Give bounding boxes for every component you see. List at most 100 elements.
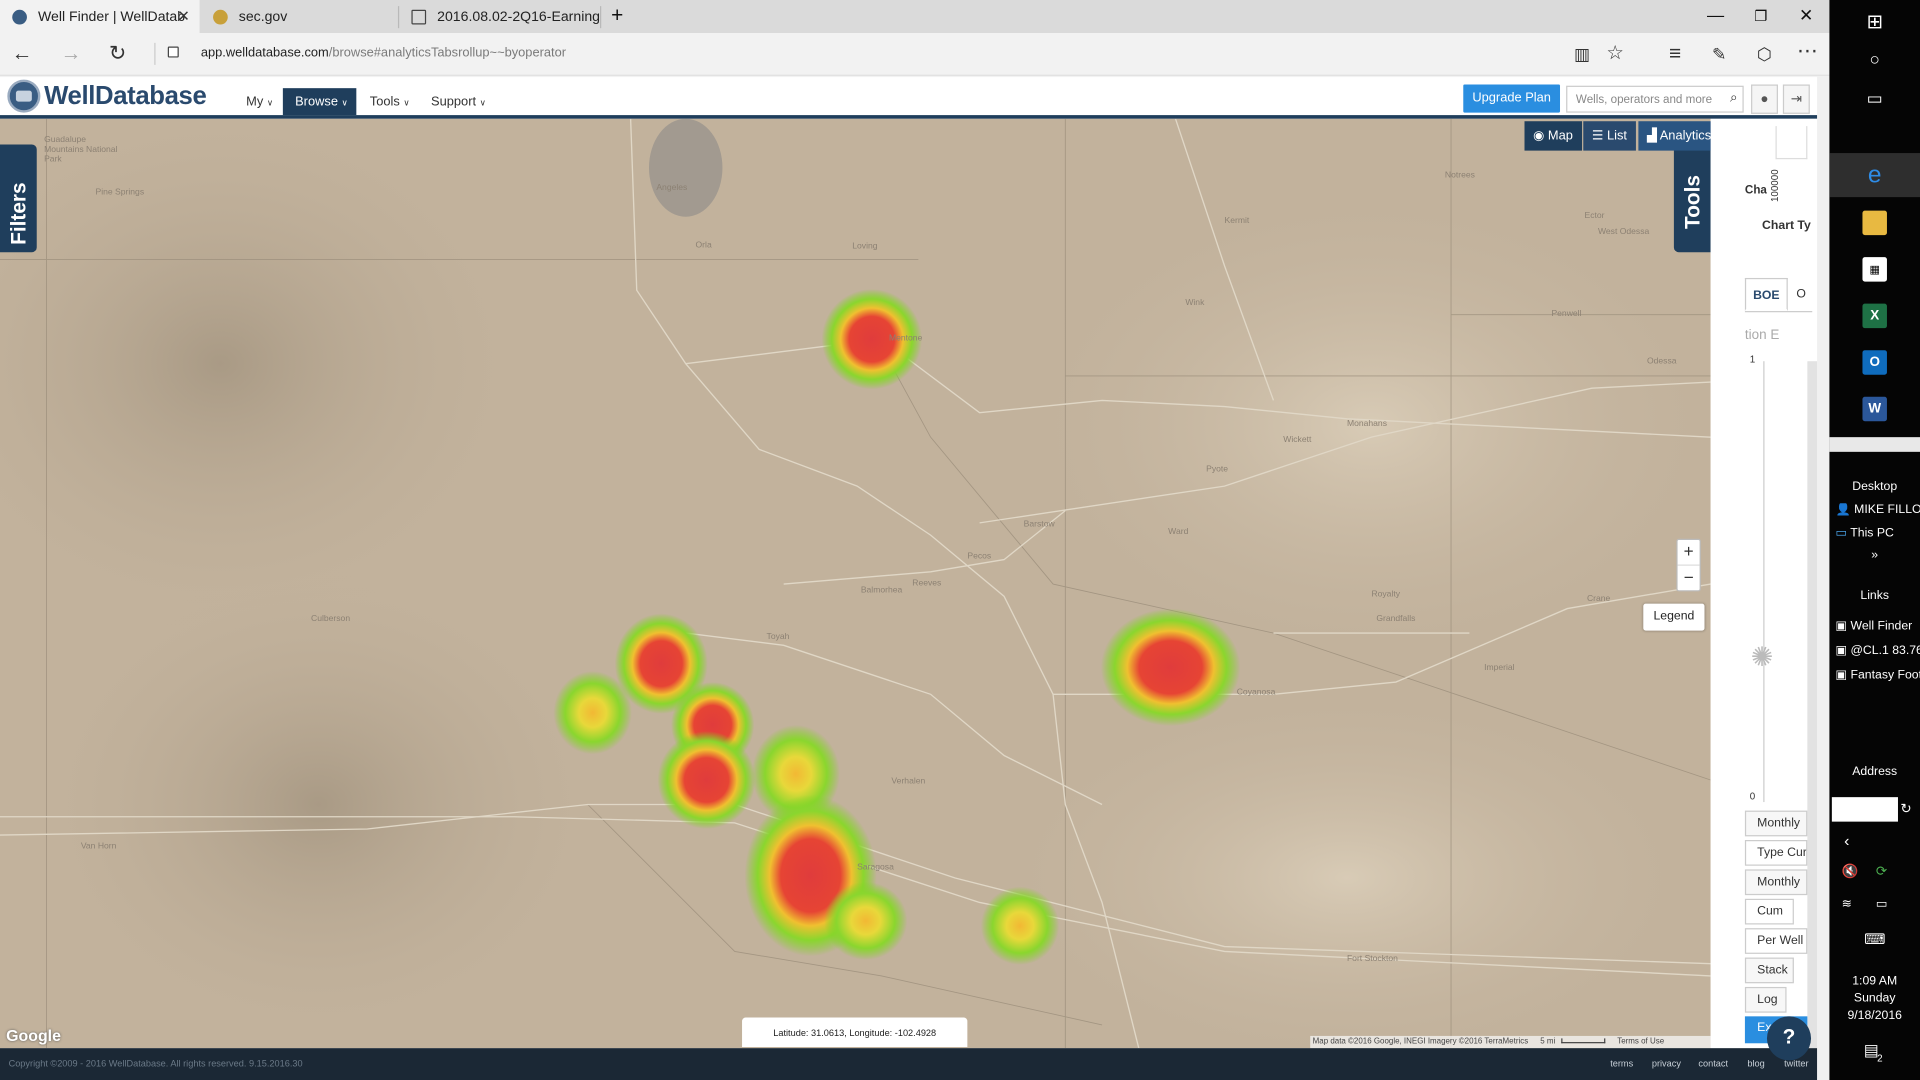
heatmap-cluster[interactable] [657,731,756,829]
search-input[interactable]: Wells, operators and more ⌕ [1566,85,1744,113]
lock-icon [167,46,179,58]
back-icon[interactable]: ← [9,42,36,65]
menu-tools[interactable]: Tools ∨ [370,94,410,109]
address-refresh-icon[interactable]: ↻ [1900,801,1917,817]
desktop-item-user[interactable]: 👤 MIKE FILLO [1829,503,1920,516]
minimize-icon[interactable]: — [1703,5,1727,25]
hub-icon[interactable]: ≡ [1662,42,1689,65]
forward-icon[interactable]: → [58,42,85,65]
share-icon[interactable]: ⬡ [1751,43,1778,65]
welldatabase-logo[interactable]: WellDatabase [7,79,207,113]
heatmap-cluster[interactable] [553,671,632,755]
bar-chart-icon: ▟ [1646,128,1657,144]
list-view-button[interactable]: ☰ List [1583,121,1636,151]
reading-view-icon[interactable]: ▥ [1569,43,1596,65]
word-icon[interactable]: W [1862,396,1887,422]
address-label: Address [1852,765,1898,779]
sync-icon[interactable]: ⟳ [1876,863,1900,879]
place-label: West Odessa [1597,227,1650,237]
legend-button[interactable]: Legend [1643,603,1705,631]
new-tab-icon[interactable]: + [605,4,629,28]
link-item-well-finder[interactable]: ▣ Well Finder [1829,620,1920,633]
chevron-down-icon: ∨ [266,99,274,108]
store-icon[interactable]: ▦ [1862,257,1887,282]
browser-tab-well-finder[interactable]: Well Finder | WellDatab ✕ [0,0,200,34]
footer-link-terms[interactable]: terms [1610,1048,1633,1080]
link-item-cl[interactable]: ▣ @CL.1 83.76 [1829,644,1920,657]
volume-mute-icon[interactable]: 🔇 [1829,863,1920,879]
browser-scrollbar[interactable] [1817,75,1830,1080]
footer-link-contact[interactable]: contact [1698,1048,1728,1080]
type-curve-button[interactable]: Type Curv [1744,840,1808,866]
heatmap-cluster[interactable] [1100,608,1241,727]
clock-time[interactable]: 1:09 AM [1829,975,1920,988]
slider-max-label: 1 [1749,353,1756,365]
help-chat-icon[interactable]: ? [1766,1016,1812,1061]
view-label: Map [1547,128,1573,144]
cum-button[interactable]: Cum [1744,898,1794,925]
task-view-icon[interactable]: ▭ [1829,88,1920,109]
panel-scrollbar[interactable] [1807,361,1818,1049]
start-windows-icon[interactable]: ⊞ [1829,10,1920,34]
place-label: Wink [1185,298,1205,308]
analytics-view-button[interactable]: ▟ Analytics [1638,121,1720,151]
heatmap-cluster[interactable] [824,881,908,961]
slider-track[interactable] [1763,361,1765,803]
logout-icon[interactable]: ⇥ [1782,84,1810,114]
tab-oil[interactable]: O [1796,288,1806,301]
search-icon[interactable]: ⌕ [1730,91,1738,107]
close-window-icon[interactable]: ✕ [1794,5,1818,26]
zoom-out-button[interactable]: − [1677,564,1700,588]
collapse-chevron-icon[interactable]: ‹ [1829,831,1920,849]
edge-browser-icon[interactable]: e [1862,163,1886,187]
excel-icon[interactable]: X [1862,303,1887,329]
address-input[interactable] [1831,797,1898,822]
footer-link-blog[interactable]: blog [1747,1048,1764,1080]
cortana-icon[interactable]: ○ [1829,49,1920,69]
refresh-icon[interactable]: ↻ [104,42,131,65]
log-button[interactable]: Log [1744,986,1787,1013]
site-footer: Copyright ©2009 - 2016 WellDatabase. All… [0,1048,1818,1080]
restore-icon[interactable]: ❐ [1749,7,1773,24]
user-account-icon[interactable]: ● [1751,84,1778,114]
browser-tab-earnings[interactable]: 2016.08.02-2Q16-Earnings- [399,0,600,33]
map-canvas[interactable]: Guadalupe Mountains National Park Pine S… [0,118,1711,1049]
upgrade-plan-button[interactable]: Upgrade Plan [1463,84,1561,113]
map-view-button[interactable]: ◉ Map [1524,121,1582,151]
per-well-button[interactable]: Per Well [1744,928,1808,954]
zoom-in-button[interactable]: + [1678,540,1700,564]
menu-my[interactable]: My ∨ [246,94,273,109]
place-label: Kermit [1224,216,1250,226]
expand-chevron-icon[interactable]: » [1829,549,1920,562]
file-explorer-icon[interactable] [1862,210,1887,236]
monthly-toggle-button[interactable]: Monthly [1744,869,1808,896]
toolbar-scrollbar[interactable] [1829,437,1920,452]
link-item-fantasy[interactable]: ▣ Fantasy Foot [1829,669,1920,682]
globe-icon: ◉ [1533,128,1545,144]
favorite-star-icon[interactable]: ☆ [1602,43,1629,65]
browser-tab-sec[interactable]: sec.gov [201,0,397,33]
footer-link-privacy[interactable]: privacy [1652,1048,1681,1080]
desktop-item-this-pc[interactable]: ▭ This PC [1829,527,1920,540]
close-tab-icon[interactable]: ✕ [177,7,189,24]
wifi-icon[interactable]: ≋ [1829,898,1920,911]
map-terms-link[interactable]: Terms of Use [1617,1037,1664,1046]
keyboard-icon[interactable]: ⌨ [1829,931,1920,948]
more-icon[interactable]: ⋯ [1794,40,1821,62]
tab-boe[interactable]: BOE [1744,277,1788,312]
clock-date: 9/18/2016 [1847,1008,1902,1023]
stack-button[interactable]: Stack [1744,957,1794,984]
desktop-label: Desktop [1852,480,1898,494]
filters-drawer-tab[interactable]: Filters [0,144,37,253]
place-label: Pecos [967,552,992,561]
outlook-icon[interactable]: O [1862,350,1887,375]
web-note-icon[interactable]: ✎ [1706,43,1733,65]
menu-browse[interactable]: Browse ∨ [282,88,357,116]
place-label: Barstow [1023,520,1055,529]
heatmap-cluster[interactable] [980,886,1060,965]
this-pc-label: This PC [1850,526,1894,541]
battery-icon[interactable]: ▭ [1876,898,1900,911]
url-field[interactable]: app.welldatabase.com/browse#analyticsTab… [201,45,566,60]
menu-support[interactable]: Support ∨ [431,94,486,109]
monthly-button[interactable]: Monthly [1744,810,1808,837]
